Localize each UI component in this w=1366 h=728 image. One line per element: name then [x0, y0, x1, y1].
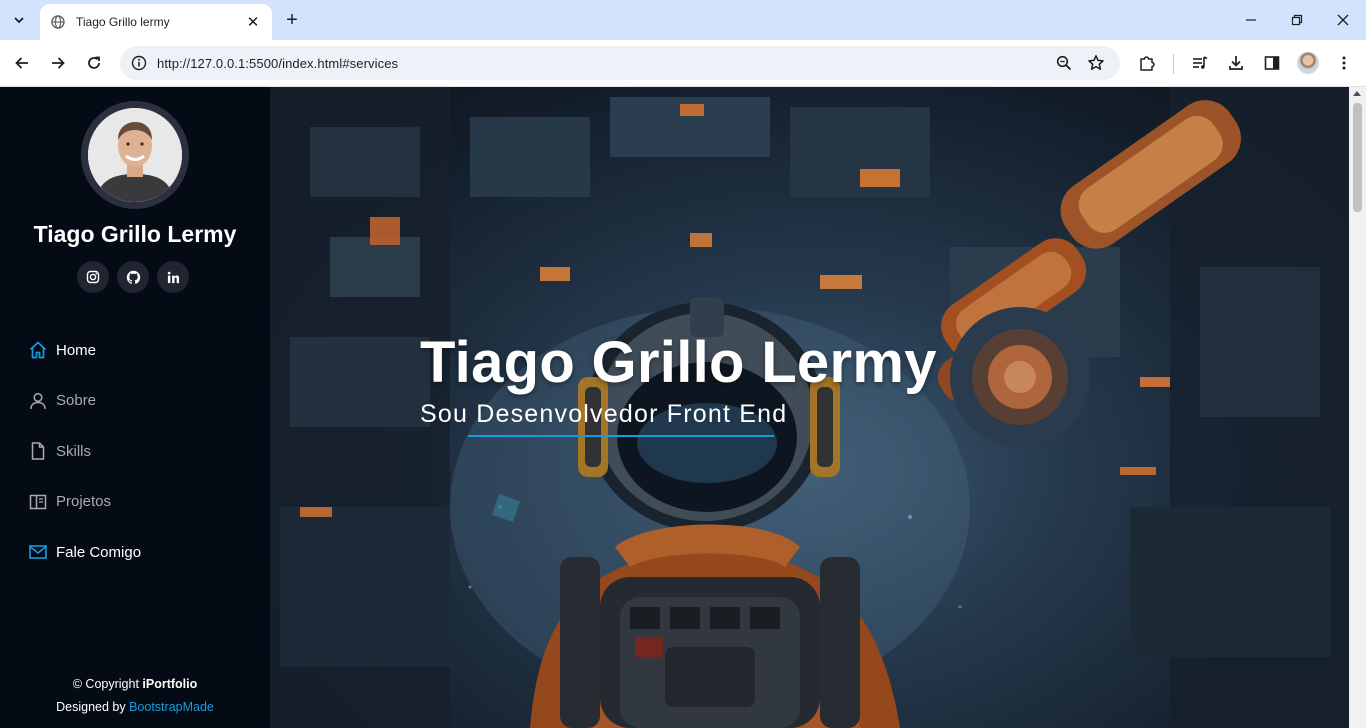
typed-cursor-underline: [468, 435, 774, 437]
designer-link[interactable]: BootstrapMade: [129, 700, 214, 714]
page-viewport: Tiago Grillo Lermy Home Sobre Skills Pro…: [0, 87, 1366, 728]
media-queue-icon: [1193, 56, 1208, 69]
star-icon: [1088, 55, 1104, 70]
sidebar: Tiago Grillo Lermy Home Sobre Skills Pro…: [0, 87, 270, 728]
copyright: © Copyright iPortfolio: [0, 673, 270, 696]
scroll-up-arrow-icon[interactable]: [1353, 91, 1361, 96]
new-tab-button[interactable]: +: [280, 8, 304, 32]
nav-label: Sobre: [56, 392, 97, 410]
nav-label: Home: [56, 341, 97, 359]
profile-photo: [81, 101, 189, 209]
nav-label: Skills: [56, 442, 92, 460]
nav-label: Fale Comigo: [56, 543, 142, 561]
home-icon: [28, 340, 48, 360]
linkedin-icon: [167, 271, 179, 283]
envelope-icon: [28, 542, 48, 562]
arrow-left-icon: [15, 57, 28, 69]
site-info-icon[interactable]: [130, 54, 148, 72]
copyright-prefix: © Copyright: [72, 677, 143, 691]
browser-menu-button[interactable]: [1329, 48, 1359, 78]
close-icon: [1337, 14, 1349, 26]
extensions-button[interactable]: [1132, 48, 1162, 78]
arrow-right-icon: [52, 57, 65, 69]
zoom-icon: [1056, 55, 1072, 71]
nav-item-projetos[interactable]: Projetos: [0, 477, 270, 528]
close-window-button[interactable]: [1320, 0, 1366, 40]
layout-icon: [28, 492, 48, 512]
back-button[interactable]: [7, 48, 37, 78]
restore-button[interactable]: [1274, 0, 1320, 40]
minimize-button[interactable]: [1228, 0, 1274, 40]
sidebar-footer: © Copyright iPortfolio Designed by Boots…: [0, 673, 270, 719]
reload-icon: [88, 56, 100, 69]
person-icon: [28, 391, 48, 411]
github-icon: [126, 270, 140, 284]
browser-toolbar: http://127.0.0.1:5500/index.html#service…: [0, 40, 1366, 87]
nav-label: Projetos: [56, 493, 112, 511]
nav-item-sobre[interactable]: Sobre: [0, 376, 270, 427]
page-scrollbar[interactable]: [1349, 87, 1366, 728]
nav-item-skills[interactable]: Skills: [0, 426, 270, 477]
hero-subtitle: Sou Desenvolvedor Front End: [420, 400, 788, 428]
tab-close-button[interactable]: ✕: [244, 13, 262, 31]
profile-name: Tiago Grillo Lermy: [33, 221, 237, 247]
tab-title: Tiago Grillo lermy: [76, 15, 170, 29]
browser-tabstrip: Tiago Grillo lermy ✕ +: [0, 0, 1366, 40]
side-panel-icon: [1264, 56, 1280, 70]
download-icon: [1229, 56, 1243, 70]
chevron-down-icon: [14, 17, 24, 24]
sidebar-nav: Home Sobre Skills Projetos Fale Comigo: [0, 325, 270, 578]
globe-icon: [50, 14, 66, 30]
instagram-link[interactable]: [77, 261, 109, 293]
url-text: http://127.0.0.1:5500/index.html#service…: [157, 56, 399, 71]
zoom-button[interactable]: [1049, 48, 1079, 78]
media-button[interactable]: [1185, 48, 1215, 78]
browser-tab[interactable]: Tiago Grillo lermy ✕: [40, 4, 272, 40]
github-link[interactable]: [117, 261, 149, 293]
kebab-menu-icon: [1342, 56, 1346, 70]
copyright-brand: iPortfolio: [142, 677, 198, 691]
forward-button[interactable]: [43, 48, 73, 78]
instagram-icon: [86, 270, 100, 284]
scroll-thumb[interactable]: [1353, 103, 1362, 212]
designed-by-text: Designed by: [56, 700, 130, 714]
tab-search-button[interactable]: [6, 7, 32, 33]
hero-title: Tiago Grillo Lermy: [420, 330, 937, 395]
nav-item-home[interactable]: Home: [0, 325, 270, 376]
bookmark-button[interactable]: [1081, 48, 1111, 78]
minimize-icon: [1246, 19, 1256, 21]
restore-icon: [1291, 14, 1303, 26]
side-panel-button[interactable]: [1257, 48, 1287, 78]
hero-section: Tiago Grillo Lermy Sou Desenvolvedor Fro…: [270, 87, 1349, 728]
profile-avatar[interactable]: [1297, 52, 1319, 74]
reload-button[interactable]: [79, 48, 109, 78]
toolbar-divider: [1173, 54, 1174, 74]
nav-item-fale-comigo[interactable]: Fale Comigo: [0, 527, 270, 578]
file-icon: [28, 441, 48, 461]
credits: Designed by BootstrapMade: [0, 696, 270, 719]
puzzle-icon: [1140, 56, 1155, 71]
downloads-button[interactable]: [1221, 48, 1251, 78]
linkedin-link[interactable]: [157, 261, 189, 293]
address-bar[interactable]: http://127.0.0.1:5500/index.html#service…: [120, 46, 1120, 80]
